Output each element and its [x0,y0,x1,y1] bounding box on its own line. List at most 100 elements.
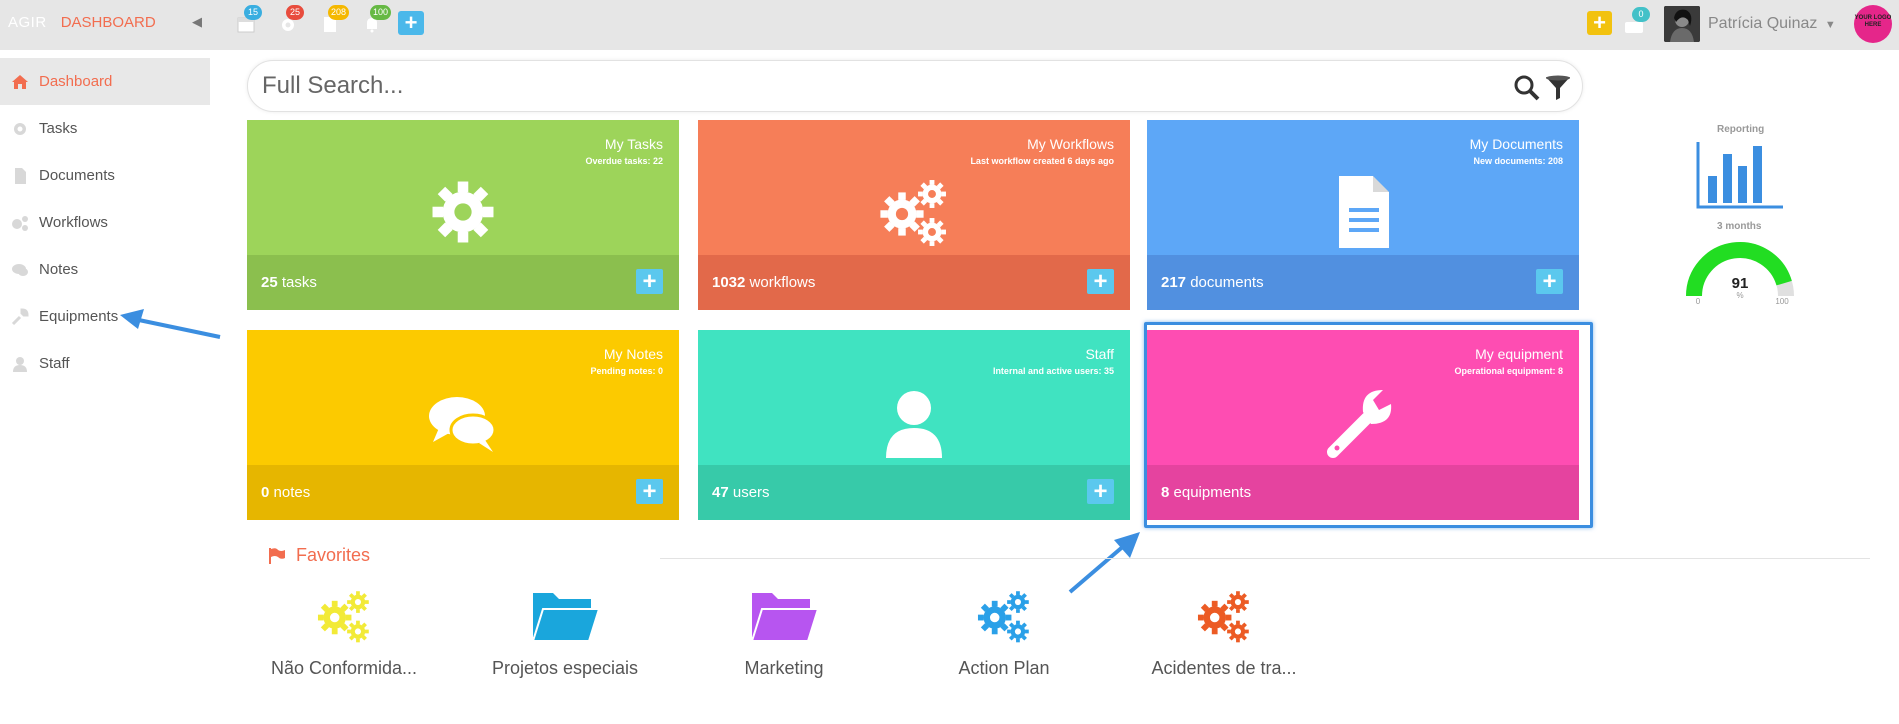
tile-count-value: 0 [261,484,270,501]
tile-subtitle: Last workflow created 6 days ago [970,156,1114,166]
tile-staff[interactable]: Staff Internal and active users: 35 47 use… [698,330,1130,520]
gauge-min: 0 [1696,297,1701,306]
calendar-badge: 15 [244,5,262,20]
tile-add-button[interactable]: + [1087,269,1114,294]
tile-title: My Documents [1469,136,1563,152]
collapse-sidebar-icon[interactable]: ◀ [192,14,202,30]
tile-add-button[interactable]: + [1087,479,1114,504]
tile-title: My Notes [603,346,663,362]
tile-count-value: 217 [1161,274,1187,291]
filter-icon[interactable] [1544,74,1572,102]
user-name: Patrícia Quinaz [1708,15,1818,32]
messages-badge: 0 [1632,7,1650,22]
tile-count-unit: documents [1190,274,1264,291]
favorite-label: Não Conformida... [270,658,418,678]
chat-icon [423,382,503,462]
sidebar-item-workflows[interactable]: Workflows [0,199,210,246]
bell-icon[interactable]: 100 [362,5,392,34]
gear-icon [10,119,30,139]
user-menu[interactable]: Patrícia Quinaz ▼ [1708,15,1836,33]
favorite-label: Marketing [744,658,824,678]
tile-add-button[interactable]: + [636,479,663,504]
tile-subtitle: Internal and active users: 35 [992,366,1114,376]
document-icon [1323,172,1403,252]
tile-count-value: 47 [712,484,729,501]
user-icon [874,382,954,462]
avatar[interactable] [1664,6,1700,42]
favorite-label: Action Plan [958,658,1050,678]
tile-subtitle: Pending notes: 0 [590,366,663,376]
folder-icon [748,585,820,652]
sidebar-item-label: Equipments [39,308,119,325]
tile-count-value: 1032 [712,274,746,291]
favorite-item[interactable]: Action Plan [904,585,1104,679]
gear-icon [423,172,503,252]
tile-footer: 1032 workflows + [698,255,1130,310]
sidebar-item-dashboard[interactable]: Dashboard [0,58,210,105]
sidebar-item-label: Notes [39,261,79,278]
annotation-arrow-left [120,309,221,339]
tile-count: 47 users [712,484,770,501]
tile-title: My Tasks [604,136,663,152]
settings-badge: 25 [286,5,304,20]
bar-chart-icon[interactable] [1695,140,1785,210]
tile-count: 217 documents [1161,274,1264,291]
sidebar-item-tasks[interactable]: Tasks [0,105,210,152]
sidebar-item-staff[interactable]: Staff [0,340,210,387]
documents-badge: 208 [328,5,350,20]
tile-add-button[interactable]: + [636,269,663,294]
tile-footer: 217 documents + [1147,255,1579,310]
favorite-item[interactable]: Acidentes de tra... [1124,585,1324,679]
calendar-icon[interactable]: 15 [236,5,262,34]
gears-icon [968,585,1040,652]
favorites-title: Favorites [296,545,371,565]
app-name: AGIR [8,14,47,31]
brand[interactable]: AGIR DASHBOARD [8,14,156,31]
period-label: 3 months [1717,221,1762,232]
favorite-item[interactable]: Marketing [684,585,884,679]
gears-icon [1188,585,1260,652]
gauge-value: 91 [1732,275,1749,292]
top-bar: AGIR DASHBOARD ◀ 15 25 208 100 + + 0 Patr… [0,0,1899,50]
tile-my-workflows[interactable]: My Workflows Last workflow created 6 days… [698,120,1130,310]
add-button[interactable]: + [398,11,424,35]
annotation-highlight-box [1144,322,1593,528]
sidebar-item-notes[interactable]: Notes [0,246,210,293]
tile-my-tasks[interactable]: My Tasks Overdue tasks: 22 25 tasks + [247,120,679,310]
favorite-item[interactable]: Projetos especiais [465,585,665,679]
tile-add-button[interactable]: + [1536,269,1563,294]
sidebar-item-documents[interactable]: Documents [0,152,210,199]
sidebar-item-label: Tasks [39,120,78,137]
gauge-unit: % [1736,291,1743,300]
search-input[interactable] [262,71,1462,101]
tile-count-unit: workflows [749,274,816,291]
search-icon[interactable] [1513,74,1541,102]
messages-icon[interactable]: 0 [1624,7,1650,36]
flag-icon [269,547,285,564]
tile-subtitle: Overdue tasks: 22 [585,156,663,166]
sidebar-item-label: Dashboard [39,73,113,90]
chat-icon [10,260,30,280]
gauge: 91 % 0 100 [1686,242,1794,306]
tile-my-notes[interactable]: My Notes Pending notes: 0 0 notes + [247,330,679,520]
tile-count-unit: notes [273,484,311,501]
tile-footer: 25 tasks + [247,255,679,310]
gears-icon [308,585,380,652]
user-icon [10,354,30,374]
tile-my-documents[interactable]: My Documents New documents: 208 217 docume… [1147,120,1579,310]
gauge-max: 100 [1775,297,1789,306]
tile-count-unit: tasks [281,274,317,291]
favorites-divider [660,558,1870,559]
home-icon [10,72,30,92]
sidebar-item-label: Workflows [39,214,108,231]
settings-icon[interactable]: 25 [278,5,304,34]
favorite-item[interactable]: Não Conformida... [244,585,444,679]
tile-count-unit: users [732,484,770,501]
documents-icon[interactable]: 208 [320,5,350,34]
tile-title: Staff [1085,346,1114,362]
notifications-badge: 100 [370,5,392,20]
tile-count-value: 25 [261,274,278,291]
sidebar-item-label: Documents [39,167,115,184]
section-title: DASHBOARD [60,14,156,31]
quick-add-button[interactable]: + [1587,11,1612,35]
